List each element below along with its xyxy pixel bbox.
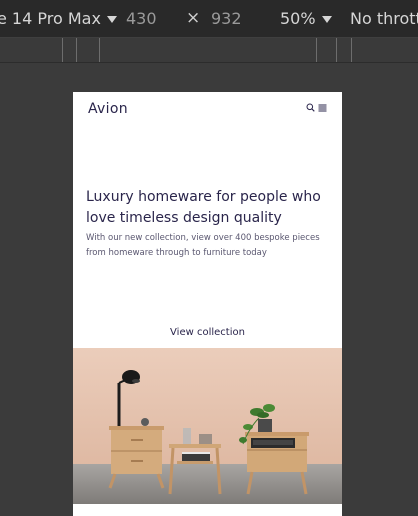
site-logo[interactable]: Avion — [88, 101, 128, 117]
zoom-select[interactable]: 50% — [280, 9, 332, 28]
hero-text: Luxury homeware for people who love time… — [86, 187, 321, 260]
device-label: e 14 Pro Max — [0, 9, 101, 28]
device-viewport: Avion Luxury homeware for people who lov… — [73, 92, 342, 516]
hero-subtext: With our new collection, view over 400 b… — [86, 233, 320, 258]
chevron-down-icon — [106, 16, 117, 23]
ruler-tick — [62, 38, 63, 62]
view-collection-button[interactable]: View collection — [73, 325, 342, 340]
media-query-ruler[interactable] — [0, 38, 418, 63]
ruler-tick — [316, 38, 317, 62]
throttling-select[interactable]: No thrott — [350, 9, 418, 28]
ruler-tick — [336, 38, 337, 62]
search-icon[interactable] — [306, 103, 315, 112]
ruler-tick — [76, 38, 77, 62]
ruler-tick — [99, 38, 100, 62]
hero-headline: Luxury homeware for people who love time… — [86, 189, 321, 226]
chevron-down-icon — [321, 16, 332, 23]
device-select[interactable]: e 14 Pro Max — [0, 9, 117, 28]
height-input[interactable]: 932 — [211, 9, 242, 28]
ruler-tick — [351, 38, 352, 62]
hero-image — [73, 348, 342, 504]
device-toolbar: e 14 Pro Max 430 × 932 50% No thrott — [0, 0, 418, 38]
site-navbar: Avion — [73, 92, 342, 126]
width-input[interactable]: 430 — [126, 9, 157, 28]
zoom-label: 50% — [280, 9, 316, 28]
menu-icon[interactable] — [318, 104, 327, 112]
dimension-separator: × — [186, 8, 201, 28]
nav-icons — [306, 103, 327, 112]
